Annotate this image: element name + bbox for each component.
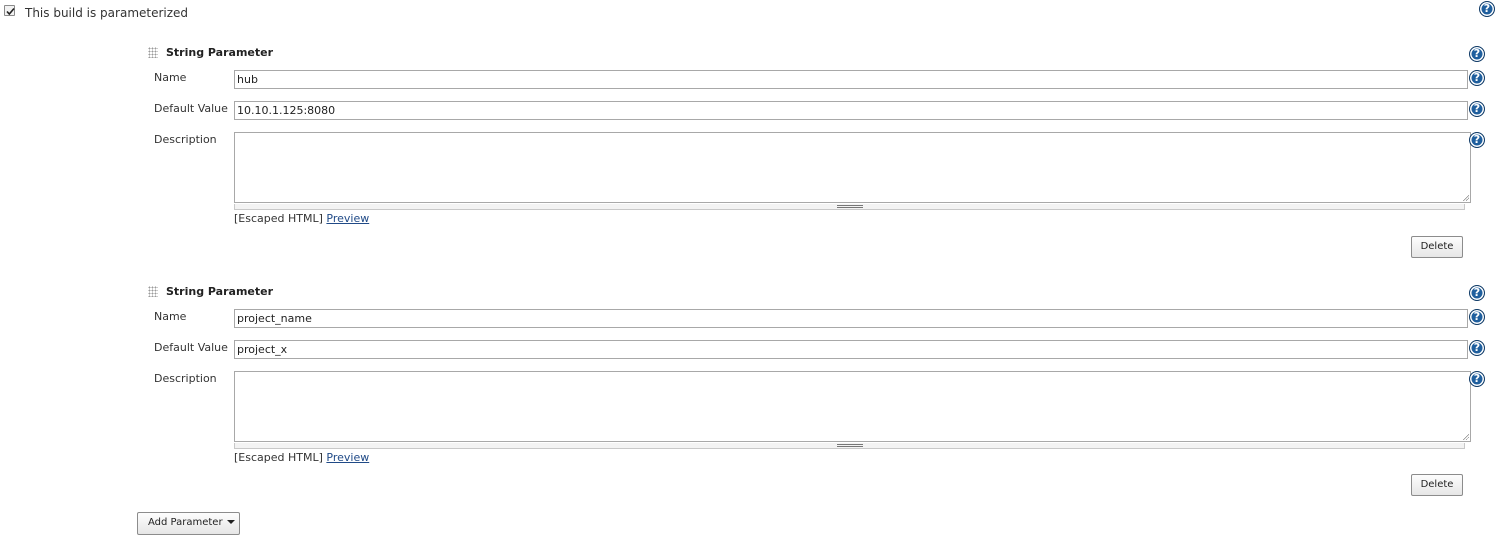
resize-handle-icon[interactable] (1462, 194, 1469, 201)
default-value-label: Default Value (154, 341, 228, 354)
preview-link[interactable]: Preview (326, 212, 369, 225)
name-label: Name (154, 71, 187, 84)
default-value-input[interactable]: project_x (234, 340, 1468, 359)
resize-handle-icon[interactable] (1462, 433, 1469, 440)
drag-handle-icon[interactable] (148, 47, 158, 58)
parameter-type-title: String Parameter (166, 46, 274, 59)
help-icon[interactable]: ? (1469, 46, 1485, 62)
help-icon[interactable]: ? (1469, 70, 1485, 86)
add-parameter-label: Add Parameter (148, 517, 223, 528)
grip-lines-icon (836, 205, 863, 208)
name-label: Name (154, 310, 187, 323)
help-icon[interactable]: ? (1469, 371, 1485, 387)
default-value-label: Default Value (154, 102, 228, 115)
description-textarea[interactable] (234, 132, 1471, 203)
add-parameter-button[interactable]: Add Parameter (137, 512, 240, 535)
help-icon[interactable]: ? (1479, 1, 1495, 17)
textarea-grabber[interactable] (234, 204, 1465, 210)
description-label: Description (154, 372, 217, 385)
name-input[interactable]: hub (234, 70, 1468, 89)
escaped-html-note: [Escaped HTML] Preview (234, 451, 369, 464)
escaped-html-label: [Escaped HTML] (234, 451, 323, 464)
drag-handle-icon[interactable] (148, 286, 158, 297)
grip-lines-icon (836, 444, 863, 447)
caret-down-icon (226, 520, 235, 524)
help-icon[interactable]: ? (1469, 285, 1485, 301)
parameterized-label: This build is parameterized (25, 6, 189, 20)
name-input[interactable]: project_name (234, 309, 1468, 328)
help-icon[interactable]: ? (1469, 101, 1485, 117)
delete-button[interactable]: Delete (1411, 474, 1463, 496)
description-label: Description (154, 133, 217, 146)
default-value-input[interactable]: 10.10.1.125:8080 (234, 101, 1468, 120)
help-icon[interactable]: ? (1469, 340, 1485, 356)
delete-button[interactable]: Delete (1411, 236, 1463, 258)
escaped-html-note: [Escaped HTML] Preview (234, 212, 369, 225)
parameterized-checkbox[interactable] (4, 5, 15, 16)
help-icon[interactable]: ? (1469, 309, 1485, 325)
preview-link[interactable]: Preview (326, 451, 369, 464)
textarea-grabber[interactable] (234, 443, 1465, 449)
description-textarea[interactable] (234, 371, 1471, 442)
help-icon[interactable]: ? (1469, 132, 1485, 148)
escaped-html-label: [Escaped HTML] (234, 212, 323, 225)
checkmark-icon (6, 7, 15, 16)
parameter-type-title: String Parameter (166, 285, 274, 298)
